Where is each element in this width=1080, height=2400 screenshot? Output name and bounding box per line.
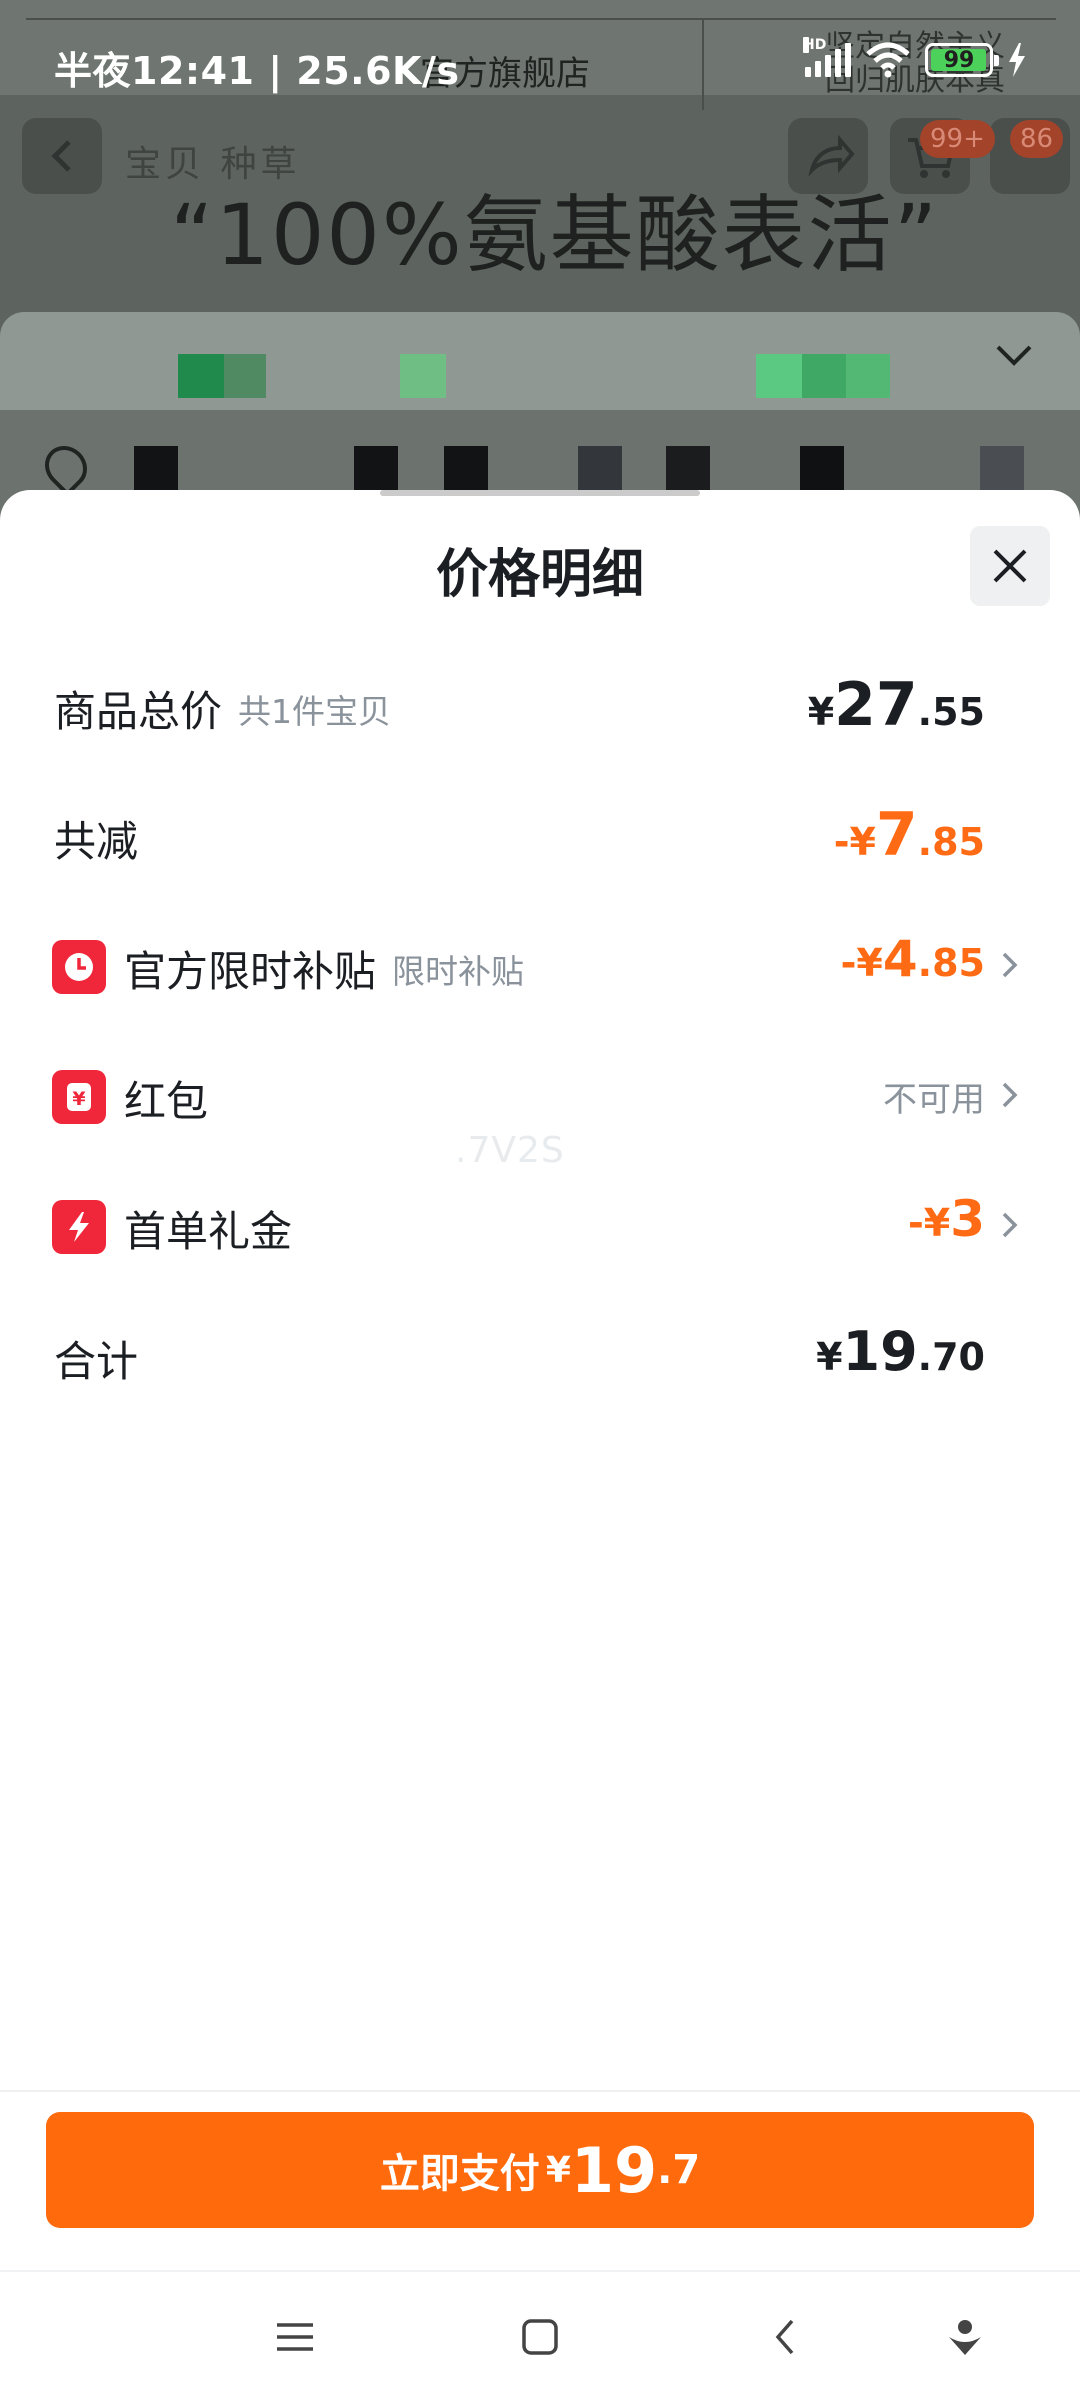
total-price-label: 商品总价 (54, 687, 223, 736)
bg-swatch (400, 354, 446, 398)
first-gift-value: - ¥ 3 (908, 1190, 985, 1248)
currency-symbol: ¥ (545, 2149, 571, 2191)
row-red-packet[interactable]: ¥ 红包 不可用 (0, 1050, 1080, 1140)
menu-icon[interactable] (270, 2312, 320, 2362)
back-arrow-icon (51, 140, 71, 172)
signal-icon: HD (803, 37, 851, 77)
price-int: 27 (834, 670, 918, 740)
bg-swatch (802, 354, 846, 398)
charging-icon (1009, 43, 1025, 77)
bg-cart-badge: 99+ (920, 120, 995, 158)
row-total-label-group: 商品总价 共1件宝贝 (54, 678, 391, 739)
red-packet-status: 不可用 (883, 1080, 985, 1120)
price-int: 19 (842, 1320, 918, 1383)
row-total-discount: 共减 - ¥ 7 .85 (0, 790, 1080, 880)
bg-back-button (22, 118, 102, 194)
assistant-icon[interactable] (940, 2312, 990, 2362)
discount-value: - ¥ 7 .85 (834, 800, 985, 870)
price-dec: .85 (917, 820, 985, 864)
bg-swatch (178, 354, 224, 398)
bg-swatch (756, 354, 802, 398)
price-dec: .85 (917, 941, 985, 985)
battery-icon: 99 (925, 43, 999, 77)
row-official-subsidy[interactable]: 官方限时补贴 限时补贴 - ¥ 4 .85 (0, 920, 1080, 1010)
chevron-right-icon (1000, 1210, 1020, 1244)
bg-more-badge: 86 (1010, 120, 1064, 158)
home-icon[interactable] (515, 2312, 565, 2362)
currency-symbol: ¥ (816, 1335, 843, 1379)
row-first-order-gift[interactable]: 首单礼金 - ¥ 3 (0, 1180, 1080, 1270)
system-nav-bar (0, 2270, 1080, 2400)
currency-symbol: ¥ (849, 820, 876, 864)
pay-label: 立即支付 (379, 2151, 540, 2197)
minus-sign: - (907, 1201, 924, 1245)
yen-icon: ¥ (52, 1070, 106, 1124)
pay-dec: .7 (657, 2147, 701, 2193)
lightning-icon (52, 1200, 106, 1254)
row-subsidy-label-group: 官方限时补贴 限时补贴 (124, 938, 524, 999)
back-icon[interactable] (760, 2312, 810, 2362)
bg-nav-tabs: 宝贝 种草 (125, 144, 301, 185)
currency-symbol: ¥ (807, 690, 835, 734)
red-packet-label: 红包 (124, 1077, 209, 1126)
sheet-title: 价格明细 (435, 545, 644, 605)
total-price-value: ¥ 27 .55 (808, 670, 985, 740)
sum-label: 合计 (54, 1337, 139, 1386)
price-int: 7 (875, 800, 918, 870)
status-icons: HD 99 (803, 37, 1027, 80)
bg-sku-strip (0, 312, 1080, 412)
row-sum: 合计 ¥ 19 .70 (0, 1310, 1080, 1400)
discount-label: 共减 (54, 817, 139, 866)
svg-text:¥: ¥ (72, 1088, 85, 1110)
clock-icon (52, 940, 106, 994)
bg-share-button (788, 118, 868, 194)
currency-symbol: ¥ (856, 941, 883, 985)
pay-divider (0, 2090, 1080, 2092)
watermark: .7V2S (455, 1130, 565, 1171)
battery-level: 99 (943, 47, 975, 73)
close-icon (993, 549, 1027, 583)
subsidy-label: 官方限时补贴 (124, 947, 377, 996)
pay-int: 19 (570, 2133, 658, 2207)
wifi-icon (866, 42, 910, 78)
chevron-right-icon (1000, 1080, 1020, 1114)
price-dec: .55 (917, 690, 985, 734)
price-detail-sheet: 价格明细 商品总价 共1件宝贝 ¥ 27 .55 共减 - ¥ 7 .85 官方… (0, 490, 1080, 2270)
status-bar: 半夜12:41 | 25.6K/s HD 99 (0, 0, 1080, 95)
status-time: 半夜12:41 | 25.6K/s (54, 49, 460, 93)
bg-swatch (846, 354, 890, 398)
currency-symbol: ¥ (923, 1201, 951, 1245)
sheet-handle[interactable] (380, 490, 700, 496)
chevron-right-icon (1000, 950, 1020, 984)
subsidy-tag: 限时补贴 (392, 951, 525, 991)
price-dec: .70 (917, 1335, 985, 1379)
row-total-price: 商品总价 共1件宝贝 ¥ 27 .55 (0, 660, 1080, 750)
sum-value: ¥ 19 .70 (816, 1320, 985, 1383)
item-count: 共1件宝贝 (238, 691, 392, 731)
chevron-down-icon (994, 338, 1034, 378)
minus-sign: - (833, 820, 850, 864)
minus-sign: - (840, 941, 857, 985)
hd-label: HD (803, 37, 827, 53)
price-int: 4 (882, 930, 918, 988)
pay-now-button[interactable]: 立即支付 ¥ 19 .7 (46, 2112, 1034, 2228)
close-button[interactable] (970, 526, 1050, 606)
first-gift-label: 首单礼金 (124, 1207, 293, 1256)
bg-swatch (224, 354, 266, 398)
price-int: 3 (950, 1190, 985, 1248)
subsidy-value: - ¥ 4 .85 (841, 930, 985, 988)
share-icon (808, 134, 855, 177)
